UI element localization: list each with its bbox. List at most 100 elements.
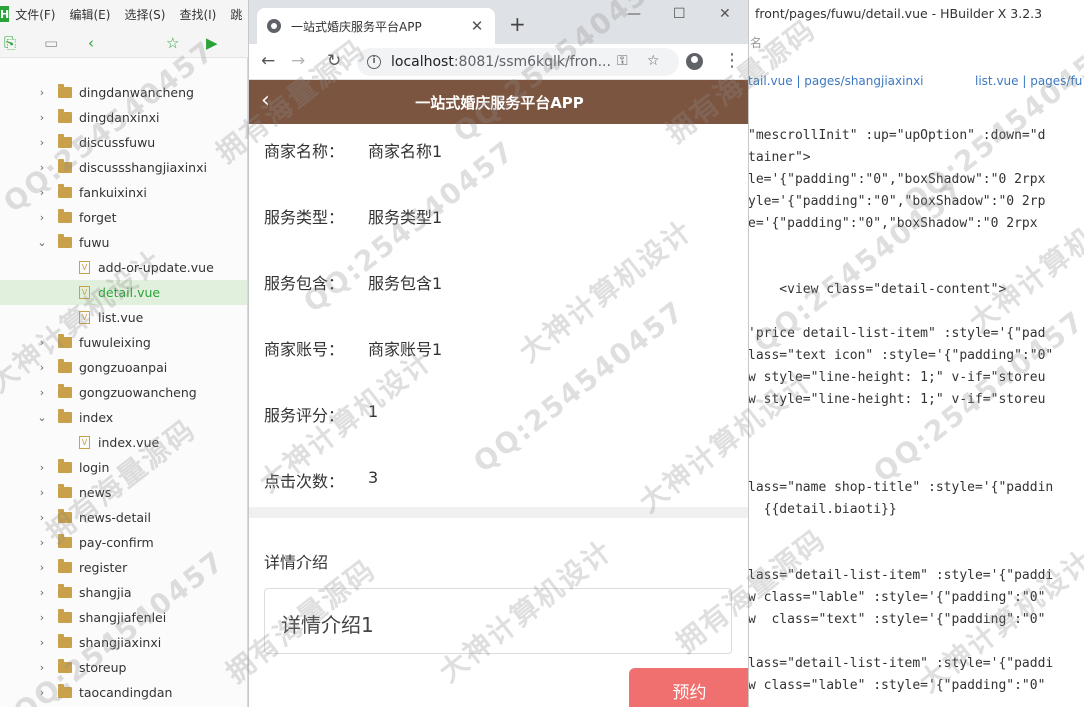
chevron-right-icon[interactable]: › <box>36 636 48 649</box>
profile-icon[interactable] <box>686 53 703 70</box>
tree-folder[interactable]: › shangjiafenlei <box>0 605 247 630</box>
folder-icon <box>58 484 72 498</box>
tree-folder[interactable]: › gongzuowancheng <box>0 380 247 405</box>
tree-folder[interactable]: › pay-confirm <box>0 530 247 555</box>
chevron-right-icon[interactable]: › <box>36 661 48 674</box>
bookmark-star-icon[interactable]: ☆ <box>647 53 660 69</box>
tree-folder[interactable]: › forget <box>0 205 247 230</box>
folder-icon <box>58 134 72 148</box>
chevron-right-icon[interactable]: › <box>36 611 48 624</box>
minimize-icon[interactable]: — <box>627 6 641 22</box>
reserve-button[interactable]: 预约 <box>629 668 748 707</box>
tree-folder[interactable]: ⌄ index <box>0 405 247 430</box>
tree-folder[interactable]: › shangjia <box>0 580 247 605</box>
tree-file[interactable]: Vindex.vue <box>0 430 247 455</box>
folder-icon <box>58 109 72 123</box>
tree-folder[interactable]: › dingdanxinxi <box>0 105 247 130</box>
detail-value: 服务类型1 <box>368 208 443 227</box>
menu-file[interactable]: 文件(F) <box>15 6 55 23</box>
close-window-icon[interactable]: ✕ <box>719 6 731 22</box>
chevron-right-icon[interactable]: › <box>36 211 48 224</box>
detail-value: 商家名称1 <box>368 142 443 161</box>
info-icon[interactable]: i <box>367 55 381 69</box>
chevron-right-icon[interactable]: › <box>36 161 48 174</box>
tree-folder[interactable]: › shangjiaxinxi <box>0 630 247 655</box>
tree-item-label: dingdanxinxi <box>79 110 160 125</box>
chevron-right-icon[interactable]: › <box>36 586 48 599</box>
tree-item-label: shangjia <box>79 585 132 600</box>
code-editor[interactable]: "mescrollInit" :up="upOption" :down="d ta… <box>748 125 1084 707</box>
tree-folder[interactable]: › login <box>0 455 247 480</box>
tree-folder[interactable]: › discussfuwu <box>0 130 247 155</box>
code-line: {{detail.biaoti}} <box>748 502 897 517</box>
tree-folder[interactable]: › storeup <box>0 655 247 680</box>
reload-icon[interactable]: ↻ <box>327 51 341 71</box>
new-tab-button[interactable]: + <box>509 12 526 36</box>
chevron-right-icon[interactable]: › <box>36 86 48 99</box>
tree-folder[interactable]: › news <box>0 480 247 505</box>
tree-item-label: login <box>79 460 110 475</box>
tree-item-label: add-or-update.vue <box>98 260 214 275</box>
chevron-right-icon[interactable]: › <box>36 186 48 199</box>
editor-tab-list[interactable]: list.vue | pages/fu <box>975 74 1082 88</box>
tab-close-icon[interactable]: ✕ <box>469 17 485 35</box>
tree-folder[interactable]: › discussshangjiaxinxi <box>0 155 247 180</box>
editor-tab-shangjiaxinxi-detail[interactable]: tail.vue | pages/shangjiaxinxi <box>748 74 924 88</box>
detail-label: 服务包含： <box>264 274 345 293</box>
tree-item-label: pay-confirm <box>79 535 154 550</box>
menu-find[interactable]: 查找(I) <box>179 6 216 23</box>
tree-folder[interactable]: › dingdanwancheng <box>0 80 247 105</box>
chevron-right-icon[interactable]: › <box>36 511 48 524</box>
tree-folder[interactable]: ⌄ fuwu <box>0 230 247 255</box>
tree-folder[interactable]: › fuwuleixing <box>0 330 247 355</box>
address-bar[interactable]: i localhost:8081/ssm6kqlk/fron... <box>357 48 679 76</box>
back-icon[interactable]: ‹ <box>88 34 94 52</box>
tree-item-label: index.vue <box>98 435 160 450</box>
detail-label: 商家名称： <box>264 142 345 161</box>
run-icon[interactable]: ▶ <box>206 34 218 52</box>
tree-file[interactable]: Vadd-or-update.vue <box>0 255 247 280</box>
chevron-right-icon[interactable]: › <box>36 686 48 699</box>
browser-toolbar: ← → ↻ i localhost:8081/ssm6kqlk/fron... … <box>249 44 748 80</box>
code-line: <view class="detail-content"> <box>748 282 1007 297</box>
code-line: w class="text" :style='{"padding":"0" <box>748 612 1046 627</box>
ide-window-title: front/pages/fuwu/detail.vue - HBuilder X… <box>748 0 1084 28</box>
tree-item-label: discussshangjiaxinxi <box>79 160 207 175</box>
tree-folder[interactable]: › news-detail <box>0 505 247 530</box>
key-icon[interactable]: ⚿ <box>617 53 628 69</box>
chevron-down-icon[interactable]: ⌄ <box>36 236 48 249</box>
save-icon[interactable]: ▭ <box>44 34 58 52</box>
folder-icon <box>58 409 72 423</box>
browser-tab[interactable]: 一站式婚庆服务平台APP ✕ <box>257 8 495 44</box>
back-arrow-icon[interactable]: ← <box>261 51 275 71</box>
tree-file[interactable]: Vlist.vue <box>0 305 247 330</box>
tree-folder[interactable]: › taocandingdan <box>0 680 247 705</box>
new-file-icon[interactable]: ⎘ <box>4 34 16 52</box>
detail-row-service-type: 服务类型： 服务类型1 <box>249 190 748 256</box>
menu-edit[interactable]: 编辑(E) <box>70 6 111 23</box>
tree-folder[interactable]: › register <box>0 555 247 580</box>
code-line: lass="text icon" :style='{"padding":"0" <box>748 348 1054 363</box>
favorite-icon[interactable]: ☆ <box>166 34 179 52</box>
chevron-down-icon[interactable]: ⌄ <box>36 411 48 424</box>
chevron-right-icon[interactable]: › <box>36 336 48 349</box>
chevron-right-icon[interactable]: › <box>36 536 48 549</box>
chevron-right-icon[interactable]: › <box>36 111 48 124</box>
menu-goto[interactable]: 跳 <box>230 6 242 23</box>
more-menu-icon[interactable]: ⋮ <box>723 51 741 71</box>
ide-toolbar-right: 名 <box>748 28 1084 58</box>
forward-arrow-icon[interactable]: → <box>291 51 305 71</box>
tree-folder[interactable]: › gongzuoanpai <box>0 355 247 380</box>
tree-file[interactable]: Vdetail.vue <box>0 280 247 305</box>
tree-folder[interactable]: › fankuixinxi <box>0 180 247 205</box>
chevron-right-icon[interactable]: › <box>36 361 48 374</box>
browser-tab-title: 一站式婚庆服务平台APP <box>291 19 422 34</box>
code-line: le='{"padding":"0","boxShadow":"0 2rpx <box>748 172 1046 187</box>
chevron-right-icon[interactable]: › <box>36 461 48 474</box>
menu-select[interactable]: 选择(S) <box>124 6 165 23</box>
chevron-right-icon[interactable]: › <box>36 561 48 574</box>
maximize-icon[interactable]: ☐ <box>673 6 686 22</box>
chevron-right-icon[interactable]: › <box>36 136 48 149</box>
chevron-right-icon[interactable]: › <box>36 486 48 499</box>
chevron-right-icon[interactable]: › <box>36 386 48 399</box>
